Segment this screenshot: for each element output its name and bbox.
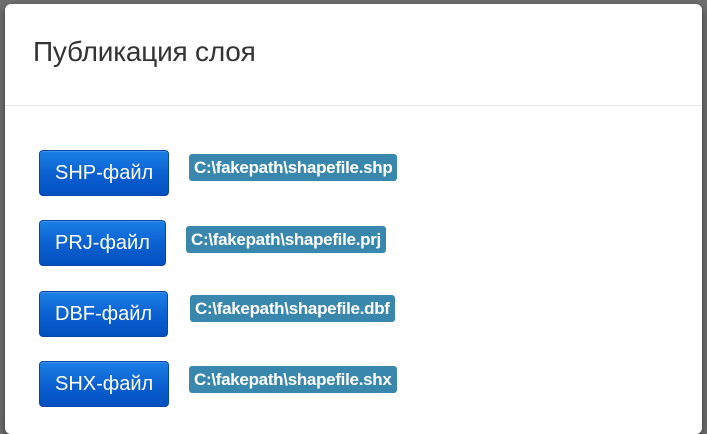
shp-file-path-badge: C:\fakepath\shapefile.shp xyxy=(189,154,398,181)
prj-file-button[interactable]: PRJ-файл xyxy=(39,220,166,266)
dialog-header: Публикация слоя xyxy=(5,4,702,106)
prj-file-path-badge: C:\fakepath\shapefile.prj xyxy=(186,226,386,253)
dialog-body: SHP-файл C:\fakepath\shapefile.shp PRJ-ф… xyxy=(5,106,702,426)
publish-layer-dialog: Публикация слоя SHP-файл C:\fakepath\sha… xyxy=(5,4,702,434)
shx-file-path-badge: C:\fakepath\shapefile.shx xyxy=(189,366,397,393)
shp-file-button[interactable]: SHP-файл xyxy=(39,150,170,196)
shx-file-button[interactable]: SHX-файл xyxy=(39,361,170,407)
dbf-file-path-badge: C:\fakepath\shapefile.dbf xyxy=(190,295,395,322)
dbf-file-button[interactable]: DBF-файл xyxy=(39,291,169,337)
dialog-title: Публикация слоя xyxy=(33,36,256,67)
